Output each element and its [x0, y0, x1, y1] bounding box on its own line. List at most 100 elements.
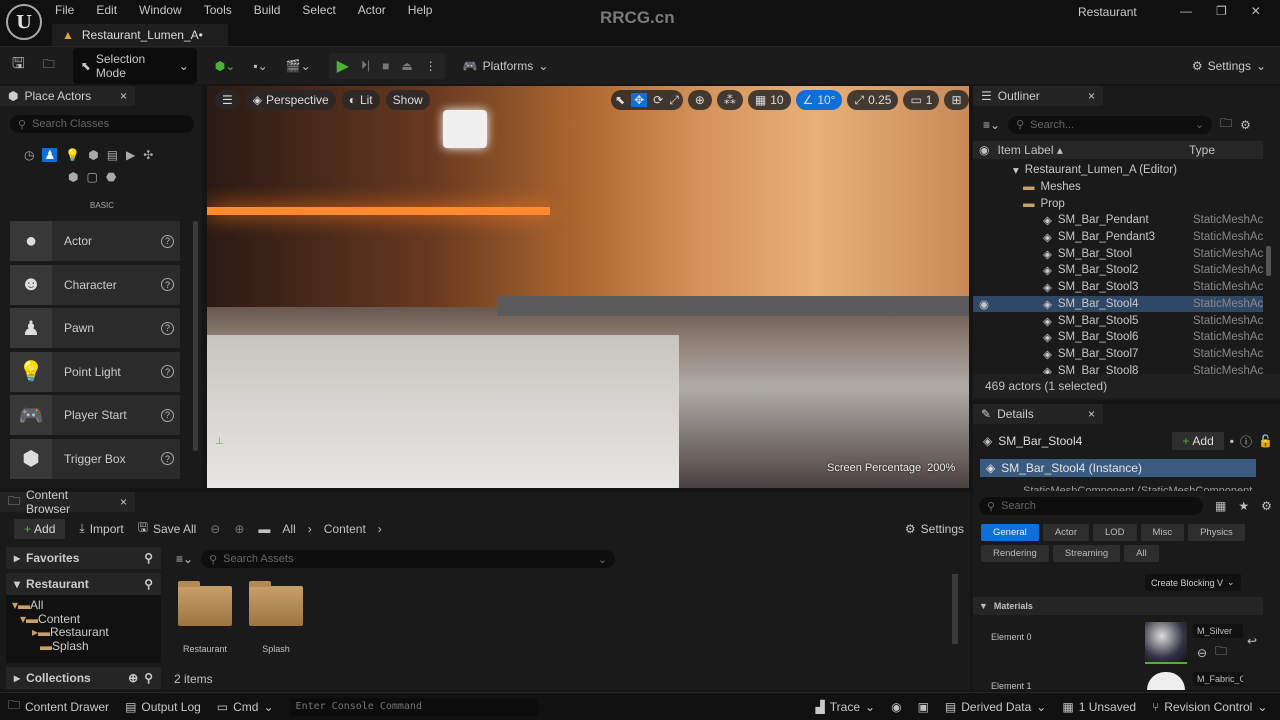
add-actor-icon[interactable]: ⬢⌄ [215, 59, 236, 73]
rotate-icon[interactable]: ⟳ [653, 93, 663, 107]
actor-item-point-light[interactable]: 💡 Point Light? [10, 351, 180, 392]
outliner-row[interactable]: ◈ SM_Bar_Pendant StaticMeshAc [973, 212, 1263, 229]
star-icon[interactable]: ★ [1238, 499, 1249, 513]
maximize-icon[interactable]: ❐ [1216, 4, 1227, 18]
outliner-row[interactable]: ◈ SM_Bar_Stool6 StaticMeshAc [973, 329, 1263, 346]
tree-item-splash[interactable]: ▬Splash [12, 639, 155, 654]
help-icon[interactable]: ? [161, 234, 174, 248]
back-icon[interactable]: ⊖ [210, 522, 220, 536]
cinematics-icon[interactable]: 🎬⌄ [286, 59, 311, 73]
rotation-snap-button[interactable]: ∠ 10° [795, 90, 843, 110]
component-row[interactable]: StaticMeshComponent (StaticMeshComponent [1023, 482, 1253, 491]
search-icon[interactable]: ⚲ [144, 551, 153, 565]
play-icon[interactable]: ▶ [337, 56, 349, 76]
save-all-button[interactable]: 🖫 Save All [138, 518, 197, 539]
camera-speed-button[interactable]: ▭ 1 [903, 90, 940, 110]
actor-item-player-start[interactable]: 🎮 Player Start? [10, 395, 180, 435]
filter-tab-all[interactable]: All [1124, 545, 1159, 562]
visual-effects-icon[interactable]: ▶ [126, 148, 135, 162]
close-icon[interactable]: × [120, 89, 127, 103]
place-actors-tab[interactable]: ⬢ Place Actors × [0, 86, 135, 106]
filter-tab-streaming[interactable]: Streaming [1052, 545, 1121, 562]
search-assets-input[interactable]: ⚲ Search Assets ⌄ [201, 550, 616, 568]
settings-button[interactable]: ⚙ Settings ⌄ [1192, 59, 1266, 73]
select-icon[interactable]: ⬉ [615, 93, 625, 107]
table-view-icon[interactable]: ▦ [1215, 499, 1226, 513]
tree-item-restaurant[interactable]: ▸▬Restaurant [12, 625, 155, 640]
menu-actor[interactable]: Actor [358, 3, 386, 17]
actor-item-actor[interactable]: ● Actor? [10, 221, 180, 261]
gear-icon[interactable]: ⚙ [1240, 118, 1251, 132]
geometry-icon[interactable]: ⬢ [68, 170, 78, 184]
close-icon[interactable]: ✕ [1251, 4, 1261, 18]
scale-snap-button[interactable]: ⤢ 0.25 [847, 90, 899, 110]
column-type[interactable]: Type [1189, 143, 1215, 157]
browse-icon[interactable]: 🗀 [1215, 642, 1227, 663]
help-icon[interactable]: ? [161, 408, 174, 422]
close-icon[interactable]: × [1088, 89, 1095, 103]
eye-icon[interactable]: ◉ [979, 297, 989, 311]
light-icon[interactable] [443, 110, 487, 148]
volumes-icon[interactable]: ✣ [143, 148, 153, 162]
insights-icon[interactable]: ▣ [918, 700, 929, 714]
menu-help[interactable]: Help [408, 3, 433, 17]
viewport-menu-button[interactable]: ☰ [215, 90, 240, 110]
column-item-label[interactable]: Item Label ▴ [997, 143, 1062, 157]
more-icon[interactable]: ⋮ [425, 59, 437, 73]
output-log-button[interactable]: ▤ Output Log [125, 700, 201, 714]
gear-icon[interactable]: ⚙ [1261, 499, 1272, 513]
tree-item-content[interactable]: ▾▬Content [12, 612, 155, 627]
scrollbar[interactable] [952, 574, 958, 644]
scrollbar[interactable] [1266, 246, 1271, 276]
actor-item-character[interactable]: ☻ Character? [10, 264, 180, 305]
blueprint-icon[interactable]: ▪⌄ [253, 59, 267, 73]
details-search-input[interactable]: ⚲ Search [979, 497, 1203, 515]
filter-tab-general[interactable]: General [981, 524, 1039, 541]
collections-header[interactable]: ▸ Collections ⊕ ⚲ [6, 667, 161, 689]
forward-icon[interactable]: ⊕ [234, 522, 244, 536]
filter-tab-rendering[interactable]: Rendering [981, 545, 1049, 562]
help-icon[interactable]: ? [161, 365, 174, 378]
grid-snap-button[interactable]: ▦ 10 [747, 90, 791, 110]
help-icon[interactable]: ? [161, 278, 174, 291]
content-drawer-button[interactable]: 🗀 Content Drawer [8, 696, 109, 717]
scrollbar[interactable] [193, 221, 198, 451]
cmd-dropdown[interactable]: ▭ Cmd ⌄ [217, 700, 274, 714]
layout-button[interactable]: ⊞ [944, 90, 969, 110]
platforms-dropdown[interactable]: 🎮 Platforms ⌄ [463, 59, 549, 73]
advance-frame-icon[interactable]: ⏵| [361, 58, 370, 73]
breadcrumb-all[interactable]: All [282, 522, 295, 536]
filter-tab-misc[interactable]: Misc [1140, 524, 1185, 541]
favorites-header[interactable]: ▸ Favorites ⚲ [6, 547, 161, 569]
unsaved-button[interactable]: ▦ 1 Unsaved [1062, 700, 1136, 714]
outliner-row[interactable]: ◈ SM_Bar_Stool StaticMeshAc [973, 245, 1263, 262]
settings-button[interactable]: ⚙ Settings [905, 522, 964, 536]
shapes-icon[interactable]: ⬢ [88, 148, 98, 162]
help-icon[interactable]: ? [161, 321, 174, 335]
outliner-row[interactable]: ◈ SM_Bar_Stool5 StaticMeshAc [973, 312, 1263, 329]
blueprint-icon[interactable]: ▪ [1230, 434, 1234, 448]
filter-tab-actor[interactable]: Actor [1042, 524, 1089, 541]
asset-folder[interactable]: Splash [249, 581, 303, 654]
search-icon[interactable]: ⚲ [144, 671, 153, 685]
record-icon[interactable]: ◉ [891, 700, 901, 714]
menu-edit[interactable]: Edit [96, 3, 117, 17]
level-tab[interactable]: ▲ Restaurant_Lumen_A• [52, 24, 228, 46]
console-command-input[interactable] [289, 697, 538, 716]
eject-icon[interactable]: ⏏ [401, 59, 412, 73]
use-selected-icon[interactable]: ⊖ [1197, 646, 1207, 660]
menu-select[interactable]: Select [302, 3, 335, 17]
surface-snap-button[interactable]: ⁂ [716, 90, 743, 110]
materials-section-header[interactable]: ▼ Materials [973, 597, 1263, 615]
trace-dropdown[interactable]: ▟ Trace ⌄ [816, 700, 876, 714]
outliner-search-input[interactable]: ⚲ Search... ⌄ [1008, 115, 1213, 134]
project-header[interactable]: ▾ Restaurant ⚲ [6, 573, 161, 595]
details-tab[interactable]: ✎ Details × [973, 404, 1103, 424]
menu-build[interactable]: Build [254, 3, 281, 17]
menu-window[interactable]: Window [139, 3, 182, 17]
lights-icon[interactable]: 💡 [65, 148, 80, 162]
selection-mode-dropdown[interactable]: ⬉ Selection Mode ⌄ [72, 47, 197, 84]
import-button[interactable]: ⤓ Import [79, 521, 123, 536]
lit-button[interactable]: ◐ Lit [341, 90, 380, 110]
tree-folder[interactable]: ▬ Prop [973, 195, 1263, 212]
